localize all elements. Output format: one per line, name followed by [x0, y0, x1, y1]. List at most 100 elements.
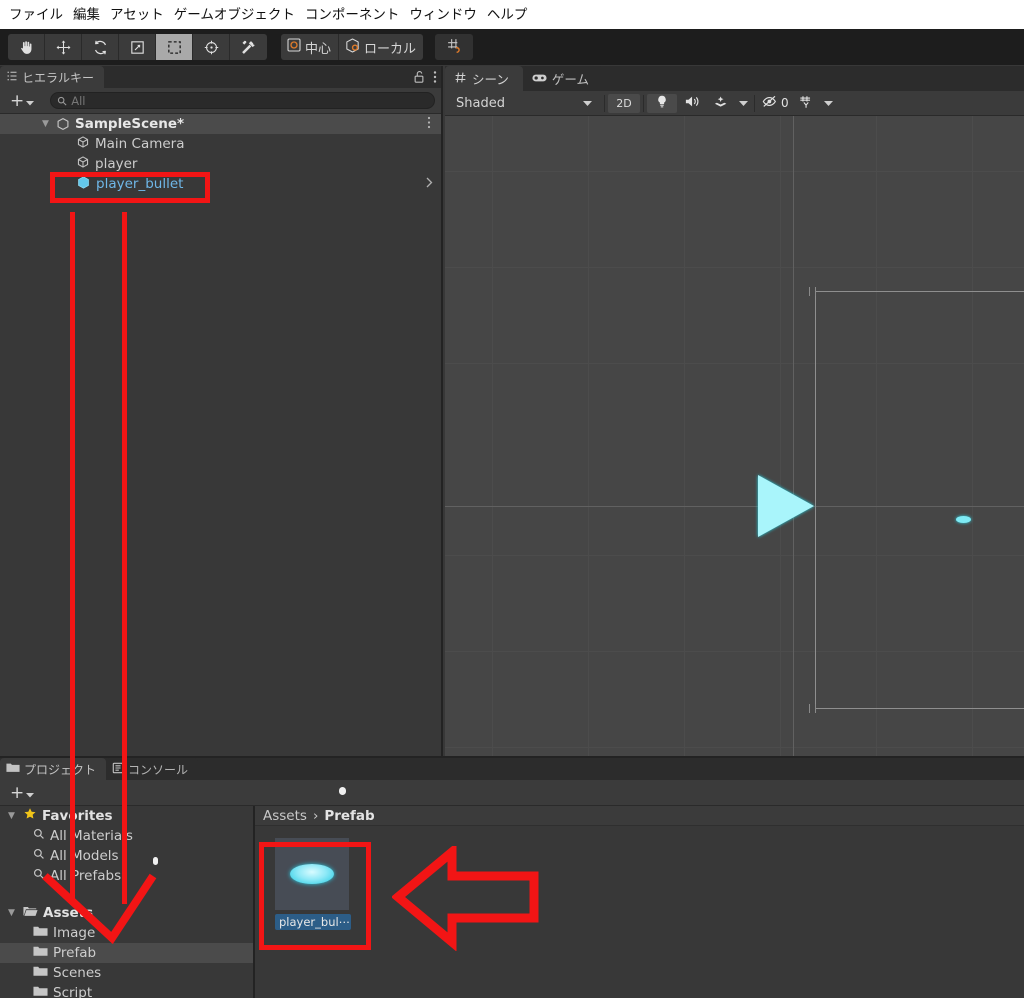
chevron-right-icon[interactable]: [426, 177, 433, 191]
tree-row-all-models[interactable]: All Models: [0, 846, 253, 866]
tab-scene[interactable]: シーン: [445, 66, 523, 91]
project-content: Assets › Prefab player_bul⋯: [255, 806, 1024, 998]
handle-local-icon: [344, 37, 361, 58]
toggle-effects-button[interactable]: [707, 94, 735, 113]
effects-icon: [714, 95, 729, 112]
tree-row-all-materials[interactable]: All Materials: [0, 826, 253, 846]
player-bullet-object[interactable]: [956, 516, 971, 523]
gameobject-icon: [76, 155, 90, 173]
tab-game[interactable]: ゲーム: [522, 66, 604, 91]
pivot-mode-button[interactable]: 中心: [281, 34, 340, 60]
toolbar-divider: [643, 94, 644, 112]
hierarchy-row-main-camera[interactable]: Main Camera: [0, 134, 441, 154]
pivot-mode-label: 中心: [305, 41, 332, 57]
project-toolbar: +: [0, 780, 1024, 806]
hierarchy-search-input[interactable]: All: [50, 92, 435, 109]
toggle-audio-button[interactable]: [677, 94, 707, 113]
scale-tool-button[interactable]: [119, 34, 156, 60]
hand-tool-button[interactable]: [8, 34, 45, 60]
tree-row-scenes[interactable]: Scenes: [0, 963, 253, 983]
project-panel: プロジェクト コンソール + ▼ Favorites All Materials…: [0, 756, 1024, 998]
tree-row-prefab[interactable]: Prefab: [0, 943, 253, 963]
button-2d-label: 2D: [616, 96, 632, 110]
create-object-button[interactable]: +: [6, 91, 38, 110]
menu-item-component[interactable]: コンポーネント: [300, 5, 405, 25]
menu-item-window[interactable]: ウィンドウ: [404, 5, 482, 25]
hierarchy-tab-row: ヒエラルキー: [0, 66, 441, 88]
gameobject-icon: [76, 135, 90, 153]
expand-triangle-icon[interactable]: ▼: [8, 908, 18, 918]
rotate-tool-button[interactable]: [82, 34, 119, 60]
tab-project[interactable]: プロジェクト: [0, 758, 107, 780]
scene-icon: [56, 117, 70, 131]
tree-row-favorites[interactable]: ▼ Favorites: [0, 806, 253, 826]
folder-icon: [33, 925, 48, 941]
hierarchy-row-label: player: [95, 156, 138, 172]
gamepad-icon: [532, 71, 547, 86]
tree-row-all-prefabs[interactable]: All Prefabs: [0, 866, 253, 886]
project-tree: ▼ Favorites All Materials All Models All…: [0, 806, 255, 998]
folder-icon: [33, 945, 48, 961]
asset-thumbnail: [275, 838, 349, 910]
hidden-objects-button[interactable]: 0: [758, 94, 793, 113]
menu-item-help[interactable]: ヘルプ: [482, 5, 533, 25]
transform-tool-button[interactable]: [193, 34, 230, 60]
custom-tool-button[interactable]: [230, 34, 267, 60]
create-asset-button[interactable]: +: [6, 783, 38, 802]
breadcrumb-root[interactable]: Assets: [263, 808, 307, 824]
hierarchy-row-player-bullet[interactable]: player_bullet: [0, 174, 441, 194]
folder-icon: [33, 965, 48, 981]
tools-icon: [240, 39, 257, 56]
tree-row-label: All Materials: [50, 828, 133, 844]
transform-move-icon: [203, 39, 220, 56]
star-icon: [23, 807, 37, 825]
tree-row-label: Script: [53, 985, 93, 998]
tab-console-label: コンソール: [128, 762, 189, 777]
folder-icon: [33, 985, 48, 998]
tree-row-label: Image: [53, 925, 96, 941]
gizmos-button[interactable]: [793, 94, 821, 113]
menu-item-assets[interactable]: アセット: [105, 5, 169, 25]
handle-mode-button[interactable]: ローカル: [339, 34, 424, 60]
menu-item-gameobject[interactable]: ゲームオブジェクト: [169, 5, 300, 25]
kebab-icon[interactable]: [433, 69, 437, 88]
player-object[interactable]: [758, 475, 814, 537]
menu-item-file[interactable]: ファイル: [4, 5, 68, 25]
tab-hierarchy[interactable]: ヒエラルキー: [0, 66, 105, 88]
gizmos-icon: [799, 95, 814, 112]
main-toolbar: 中心 ローカル: [0, 29, 1024, 65]
gizmos-dropdown[interactable]: [821, 94, 837, 113]
tree-row-label: All Prefabs: [50, 868, 122, 884]
hierarchy-row-label: Main Camera: [95, 136, 185, 152]
menu-item-edit[interactable]: 編集: [68, 5, 105, 25]
tab-scene-label: シーン: [472, 72, 509, 87]
tree-row-script[interactable]: Script: [0, 983, 253, 998]
draw-mode-dropdown[interactable]: Shaded: [449, 93, 597, 113]
lock-open-icon[interactable]: [413, 69, 425, 88]
tree-row-image[interactable]: Image: [0, 923, 253, 943]
expand-triangle-icon[interactable]: ▼: [8, 811, 18, 821]
rect-tool-button[interactable]: [156, 34, 193, 60]
asset-item-player-bullet[interactable]: player_bul⋯: [275, 838, 351, 930]
hierarchy-row-samplescene[interactable]: ▼ SampleScene*: [0, 114, 441, 134]
toggle-lighting-button[interactable]: [647, 93, 677, 113]
grid-line: [684, 116, 685, 756]
search-icon: [57, 91, 67, 110]
transform-tools-group: [8, 34, 267, 60]
move-tool-button[interactable]: [45, 34, 82, 60]
hierarchy-row-player[interactable]: player: [0, 154, 441, 174]
hierarchy-panel: ヒエラルキー + All ▼ SampleScene* Main Camera …: [0, 66, 443, 756]
grid-snap-button[interactable]: [435, 34, 474, 60]
lightbulb-icon: [656, 95, 668, 111]
expand-triangle-icon[interactable]: ▼: [42, 119, 52, 129]
pivot-center-icon: [286, 37, 302, 57]
prefab-icon: [76, 175, 91, 194]
effects-dropdown[interactable]: [735, 94, 751, 113]
scene-kebab-icon[interactable]: [427, 116, 431, 132]
cursor-speck: [339, 787, 346, 795]
breadcrumb-current[interactable]: Prefab: [324, 808, 374, 824]
tab-console[interactable]: コンソール: [106, 758, 199, 780]
scene-viewport[interactable]: [445, 116, 1024, 756]
tree-row-assets[interactable]: ▼ Assets: [0, 903, 253, 923]
toggle-2d-button[interactable]: 2D: [608, 93, 640, 113]
